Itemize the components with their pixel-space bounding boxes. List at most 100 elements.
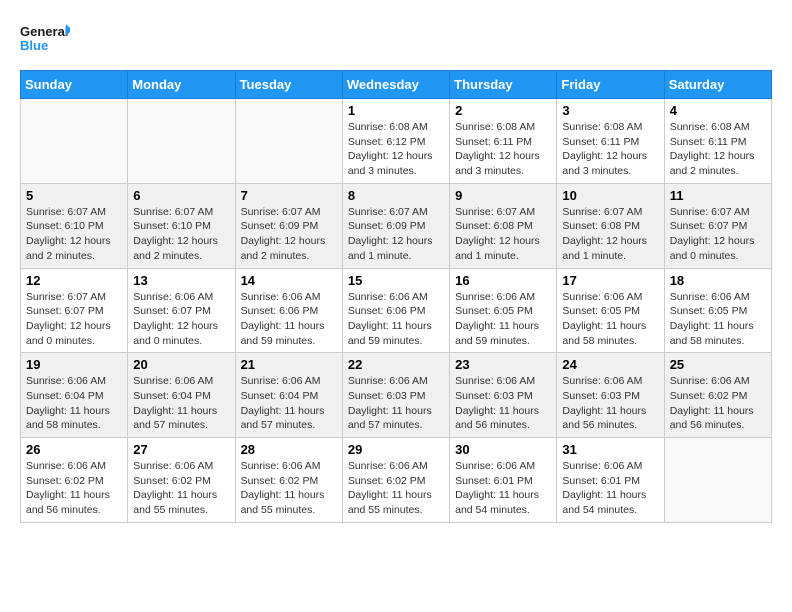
page-header: General Blue: [20, 20, 772, 60]
day-cell-6: 6 Sunrise: 6:07 AM Sunset: 6:10 PM Daylig…: [128, 183, 235, 268]
day-number: 5: [26, 188, 122, 203]
day-info: Sunrise: 6:06 AM Sunset: 6:05 PM Dayligh…: [562, 290, 658, 349]
day-number: 13: [133, 273, 229, 288]
day-number: 9: [455, 188, 551, 203]
day-info: Sunrise: 6:07 AM Sunset: 6:10 PM Dayligh…: [133, 205, 229, 264]
day-cell-8: 8 Sunrise: 6:07 AM Sunset: 6:09 PM Daylig…: [342, 183, 449, 268]
day-number: 12: [26, 273, 122, 288]
day-number: 28: [241, 442, 337, 457]
day-cell-2: 2 Sunrise: 6:08 AM Sunset: 6:11 PM Daylig…: [450, 99, 557, 184]
svg-text:General: General: [20, 24, 68, 39]
week-row-2: 5 Sunrise: 6:07 AM Sunset: 6:10 PM Daylig…: [21, 183, 772, 268]
weekday-saturday: Saturday: [664, 71, 771, 99]
day-cell-26: 26 Sunrise: 6:06 AM Sunset: 6:02 PM Dayli…: [21, 438, 128, 523]
day-cell-25: 25 Sunrise: 6:06 AM Sunset: 6:02 PM Dayli…: [664, 353, 771, 438]
day-number: 23: [455, 357, 551, 372]
logo-svg: General Blue: [20, 20, 70, 60]
day-cell-19: 19Sunrise: 6:06 AM Sunset: 6:04 PM Dayli…: [21, 353, 128, 438]
day-cell-21: 21 Sunrise: 6:06 AM Sunset: 6:04 PM Dayli…: [235, 353, 342, 438]
day-cell-27: 27Sunrise: 6:06 AM Sunset: 6:02 PM Dayli…: [128, 438, 235, 523]
weekday-friday: Friday: [557, 71, 664, 99]
day-cell-15: 15 Sunrise: 6:06 AM Sunset: 6:06 PM Dayli…: [342, 268, 449, 353]
day-info: Sunrise: 6:07 AM Sunset: 6:08 PM Dayligh…: [455, 205, 551, 264]
day-info: Sunrise: 6:06 AM Sunset: 6:06 PM Dayligh…: [241, 290, 337, 349]
day-info: Sunrise: 6:06 AM Sunset: 6:06 PM Dayligh…: [348, 290, 444, 349]
weekday-wednesday: Wednesday: [342, 71, 449, 99]
day-number: 3: [562, 103, 658, 118]
day-info: Sunrise: 6:06 AM Sunset: 6:04 PM Dayligh…: [133, 374, 229, 433]
day-info: Sunrise: 6:06 AM Sunset: 6:01 PM Dayligh…: [455, 459, 551, 518]
day-number: 7: [241, 188, 337, 203]
week-row-4: 19 Sunrise: 6:06 AM Sunset: 6:04 PM Dayli…: [21, 353, 772, 438]
day-info: Sunrise: 6:06 AM Sunset: 6:05 PM Dayligh…: [670, 290, 766, 349]
day-number: 25: [670, 357, 766, 372]
day-info: Sunrise: 6:06 AM Sunset: 6:03 PM Dayligh…: [455, 374, 551, 433]
day-info: Sunrise: 6:07 AM Sunset: 6:07 PM Dayligh…: [670, 205, 766, 264]
weekday-sunday: Sunday: [21, 71, 128, 99]
day-cell-11: 11Sunrise: 6:07 AM Sunset: 6:07 PM Dayli…: [664, 183, 771, 268]
day-number: 21: [241, 357, 337, 372]
day-cell-23: 23 Sunrise: 6:06 AM Sunset: 6:03 PM Dayli…: [450, 353, 557, 438]
day-info: Sunrise: 6:08 AM Sunset: 6:11 PM Dayligh…: [562, 120, 658, 179]
day-info: Sunrise: 6:06 AM Sunset: 6:03 PM Dayligh…: [562, 374, 658, 433]
day-info: Sunrise: 6:06 AM Sunset: 6:07 PM Dayligh…: [133, 290, 229, 349]
logo: General Blue: [20, 20, 70, 60]
day-cell-18: 18 Sunrise: 6:06 AM Sunset: 6:05 PM Dayli…: [664, 268, 771, 353]
day-info: Sunrise: 6:06 AM Sunset: 6:02 PM Dayligh…: [348, 459, 444, 518]
day-cell-24: 24 Sunrise: 6:06 AM Sunset: 6:03 PM Dayli…: [557, 353, 664, 438]
day-number: 30: [455, 442, 551, 457]
day-info: Sunrise: 6:07 AM Sunset: 6:08 PM Dayligh…: [562, 205, 658, 264]
day-cell-12: 12Sunrise: 6:07 AM Sunset: 6:07 PM Dayli…: [21, 268, 128, 353]
day-number: 16: [455, 273, 551, 288]
day-cell-13: 13 Sunrise: 6:06 AM Sunset: 6:07 PM Dayli…: [128, 268, 235, 353]
day-cell-4: 4 Sunrise: 6:08 AM Sunset: 6:11 PM Daylig…: [664, 99, 771, 184]
day-number: 24: [562, 357, 658, 372]
day-info: Sunrise: 6:06 AM Sunset: 6:02 PM Dayligh…: [26, 459, 122, 518]
svg-text:Blue: Blue: [20, 38, 48, 53]
day-info: Sunrise: 6:08 AM Sunset: 6:11 PM Dayligh…: [670, 120, 766, 179]
day-number: 29: [348, 442, 444, 457]
day-info: Sunrise: 6:06 AM Sunset: 6:02 PM Dayligh…: [133, 459, 229, 518]
empty-cell: [21, 99, 128, 184]
weekday-tuesday: Tuesday: [235, 71, 342, 99]
day-info: Sunrise: 6:07 AM Sunset: 6:10 PM Dayligh…: [26, 205, 122, 264]
day-cell-10: 10Sunrise: 6:07 AM Sunset: 6:08 PM Dayli…: [557, 183, 664, 268]
week-row-5: 26 Sunrise: 6:06 AM Sunset: 6:02 PM Dayli…: [21, 438, 772, 523]
day-cell-31: 31 Sunrise: 6:06 AM Sunset: 6:01 PM Dayli…: [557, 438, 664, 523]
day-number: 19: [26, 357, 122, 372]
day-number: 4: [670, 103, 766, 118]
day-cell-20: 20Sunrise: 6:06 AM Sunset: 6:04 PM Dayli…: [128, 353, 235, 438]
weekday-monday: Monday: [128, 71, 235, 99]
day-info: Sunrise: 6:06 AM Sunset: 6:03 PM Dayligh…: [348, 374, 444, 433]
day-cell-29: 29 Sunrise: 6:06 AM Sunset: 6:02 PM Dayli…: [342, 438, 449, 523]
day-number: 31: [562, 442, 658, 457]
day-info: Sunrise: 6:06 AM Sunset: 6:02 PM Dayligh…: [670, 374, 766, 433]
empty-cell: [235, 99, 342, 184]
day-cell-9: 9 Sunrise: 6:07 AM Sunset: 6:08 PM Daylig…: [450, 183, 557, 268]
week-row-1: 1Sunrise: 6:08 AM Sunset: 6:12 PM Daylig…: [21, 99, 772, 184]
empty-cell: [664, 438, 771, 523]
day-info: Sunrise: 6:06 AM Sunset: 6:02 PM Dayligh…: [241, 459, 337, 518]
day-info: Sunrise: 6:07 AM Sunset: 6:09 PM Dayligh…: [241, 205, 337, 264]
day-number: 18: [670, 273, 766, 288]
day-number: 1: [348, 103, 444, 118]
day-number: 14: [241, 273, 337, 288]
day-cell-5: 5 Sunrise: 6:07 AM Sunset: 6:10 PM Daylig…: [21, 183, 128, 268]
day-cell-7: 7 Sunrise: 6:07 AM Sunset: 6:09 PM Daylig…: [235, 183, 342, 268]
day-info: Sunrise: 6:06 AM Sunset: 6:04 PM Dayligh…: [241, 374, 337, 433]
day-number: 15: [348, 273, 444, 288]
day-cell-28: 28 Sunrise: 6:06 AM Sunset: 6:02 PM Dayli…: [235, 438, 342, 523]
calendar-table: SundayMondayTuesdayWednesdayThursdayFrid…: [20, 70, 772, 523]
day-number: 2: [455, 103, 551, 118]
empty-cell: [128, 99, 235, 184]
day-cell-16: 16 Sunrise: 6:06 AM Sunset: 6:05 PM Dayli…: [450, 268, 557, 353]
day-info: Sunrise: 6:06 AM Sunset: 6:05 PM Dayligh…: [455, 290, 551, 349]
day-number: 8: [348, 188, 444, 203]
day-info: Sunrise: 6:08 AM Sunset: 6:11 PM Dayligh…: [455, 120, 551, 179]
day-number: 26: [26, 442, 122, 457]
day-cell-17: 17Sunrise: 6:06 AM Sunset: 6:05 PM Dayli…: [557, 268, 664, 353]
day-number: 6: [133, 188, 229, 203]
day-info: Sunrise: 6:06 AM Sunset: 6:01 PM Dayligh…: [562, 459, 658, 518]
day-info: Sunrise: 6:07 AM Sunset: 6:09 PM Dayligh…: [348, 205, 444, 264]
day-cell-30: 30 Sunrise: 6:06 AM Sunset: 6:01 PM Dayli…: [450, 438, 557, 523]
